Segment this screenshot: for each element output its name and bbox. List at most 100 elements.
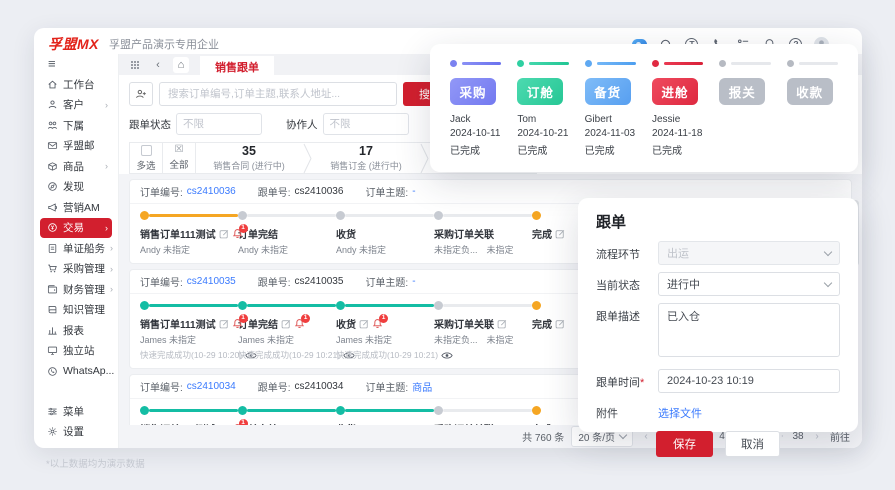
sidebar-item-products[interactable]: 商品 ›	[40, 156, 112, 177]
sidebar-item-reports[interactable]: 报表	[40, 320, 112, 341]
step-dot	[532, 406, 541, 415]
order-no-link[interactable]: cs2410034	[187, 381, 236, 392]
edit-icon[interactable]	[555, 424, 565, 426]
subject-value[interactable]: -	[412, 186, 415, 197]
sidebar-item-knowledge[interactable]: 知识管理	[40, 300, 112, 321]
sidebar-item-mail[interactable]: 孚盟邮	[40, 136, 112, 157]
edit-icon[interactable]	[497, 424, 507, 426]
step-dot	[434, 301, 443, 310]
chevron-down-icon	[823, 247, 833, 256]
flow-dot	[719, 59, 727, 67]
multi-select-checkbox[interactable]	[140, 144, 152, 156]
step: 采购订单关联 未指定负... 未指定	[434, 406, 532, 425]
step-line	[443, 409, 532, 412]
user-icon	[48, 100, 57, 109]
flow-line	[731, 61, 771, 65]
all-filter[interactable]: ☒ 全部	[162, 142, 196, 174]
step: 收货 Charlene 未指定 快速完成成功(10-28 13:17)	[336, 406, 434, 425]
stat-sales-contract[interactable]: 35 销售合同 (进行中)	[195, 143, 303, 173]
follow-up-time-label: 跟单时间*	[596, 377, 645, 389]
current-status-select[interactable]: 进行中	[658, 272, 840, 296]
step-dot	[336, 406, 345, 415]
follow-up-time-input[interactable]	[658, 369, 840, 393]
reminder-icon[interactable]: 1	[232, 224, 248, 239]
flow-badge[interactable]: 进舱	[651, 78, 698, 105]
edit-icon[interactable]	[219, 319, 229, 329]
sidebar-item-customers[interactable]: 客户 ›	[40, 95, 112, 116]
order-no-link[interactable]: cs2410036	[187, 186, 236, 197]
sidebar-item-workbench[interactable]: 工作台	[40, 74, 112, 95]
edit-icon[interactable]	[359, 319, 369, 329]
sidebar-item-settings[interactable]: 设置	[40, 422, 112, 443]
edit-icon[interactable]	[281, 319, 291, 329]
sidebar-item-finance[interactable]: 财务管理 ›	[40, 279, 113, 300]
reminder-icon[interactable]: 1	[372, 314, 388, 329]
cancel-button[interactable]: 取消	[725, 431, 780, 457]
flow-badge[interactable]: 备货	[584, 78, 631, 105]
edit-icon[interactable]	[497, 319, 507, 329]
sidebar-item-documents-shipping[interactable]: 单证船务 ›	[40, 238, 113, 259]
choose-file-link[interactable]: 选择文件	[658, 400, 702, 421]
step-line	[247, 409, 336, 412]
order-no-link[interactable]: cs2410035	[187, 276, 236, 287]
edit-icon[interactable]	[281, 424, 291, 426]
flow-line	[663, 61, 704, 65]
description-textarea[interactable]: 已入仓	[658, 303, 840, 357]
apps-grid-icon[interactable]	[127, 57, 143, 73]
flow-badge[interactable]: 报关	[719, 78, 766, 105]
sidebar-item-subordinates[interactable]: 下属	[40, 115, 112, 136]
collaborator-filter-input[interactable]	[322, 113, 409, 135]
step-line	[247, 214, 336, 217]
home-tab-icon[interactable]: ⌂	[173, 57, 189, 73]
edit-icon[interactable]	[359, 424, 369, 426]
sidebar-item-marketing-am[interactable]: 营销AM	[40, 197, 112, 218]
book-icon	[48, 306, 57, 314]
edit-icon[interactable]	[219, 424, 229, 426]
step-dot	[140, 301, 149, 310]
step-line	[345, 304, 434, 307]
flow-badge[interactable]: 采购	[450, 78, 496, 105]
sidebar-item-menu[interactable]: 菜单	[40, 401, 112, 422]
edit-icon[interactable]	[555, 229, 565, 239]
step: 销售订单111测试 1 Andy 未指定	[140, 211, 248, 256]
multi-select-toggle[interactable]: 多选	[129, 142, 163, 174]
sidebar-item-whatsapp[interactable]: WhatsAp...›	[40, 361, 122, 382]
collapse-menu-icon[interactable]: ≡	[48, 57, 112, 71]
flow-stage-select[interactable]: 出运	[658, 241, 840, 265]
sidebar-item-purchasing[interactable]: 采购管理 ›	[40, 259, 113, 280]
step: 订单完结 Andy 未指定	[238, 211, 336, 256]
sidebar-item-transactions[interactable]: 交易 ›	[40, 217, 112, 238]
sidebar-item-standalone-site[interactable]: 独立站	[40, 341, 112, 362]
step-dot	[140, 211, 149, 220]
reminder-icon[interactable]: 1	[294, 314, 310, 329]
edit-icon[interactable]	[219, 229, 229, 239]
flow-line	[462, 61, 502, 65]
person-plus-icon	[136, 89, 146, 99]
flow-badge[interactable]: 收款	[786, 78, 833, 105]
sidebar-item-discover[interactable]: 发现	[40, 177, 112, 198]
reminder-icon[interactable]: 1	[232, 314, 248, 329]
sliders-icon	[48, 407, 57, 415]
subject-label: 订单主题:	[365, 188, 409, 199]
edit-icon[interactable]	[555, 319, 565, 329]
sidebar: ≡ 工作台 客户 › 下属 孚盟邮 商品 › 发现 营销AM 交易 › 单证船务…	[34, 54, 122, 448]
step: 收货 Andy 未指定	[336, 211, 434, 256]
whatsapp-icon	[48, 366, 57, 376]
mail-icon	[47, 142, 58, 150]
reminder-icon[interactable]: 1	[232, 419, 248, 425]
flow-step-loading: 进舱 Jessie 2024-11-18 已完成	[651, 59, 704, 172]
subject-value[interactable]: -	[412, 276, 415, 287]
gear-icon	[48, 427, 57, 436]
person-filter-button[interactable]	[129, 82, 153, 106]
back-icon[interactable]: ‹	[150, 57, 166, 73]
step: 采购订单关联 未指定负... 未指定	[434, 211, 532, 256]
save-button[interactable]: 保存	[656, 431, 713, 457]
track-no-value: cs2410034	[294, 381, 344, 392]
subject-value[interactable]: 商品	[412, 379, 432, 394]
flow-badge[interactable]: 订舱	[517, 78, 564, 105]
tab-sales-tracking[interactable]: 销售跟单	[200, 56, 274, 75]
stat-sales-deposit[interactable]: 17 销售订金 (进行中)	[312, 143, 420, 173]
status-filter-input[interactable]	[176, 113, 262, 135]
search-input[interactable]	[159, 82, 397, 106]
flow-dot	[651, 59, 659, 67]
